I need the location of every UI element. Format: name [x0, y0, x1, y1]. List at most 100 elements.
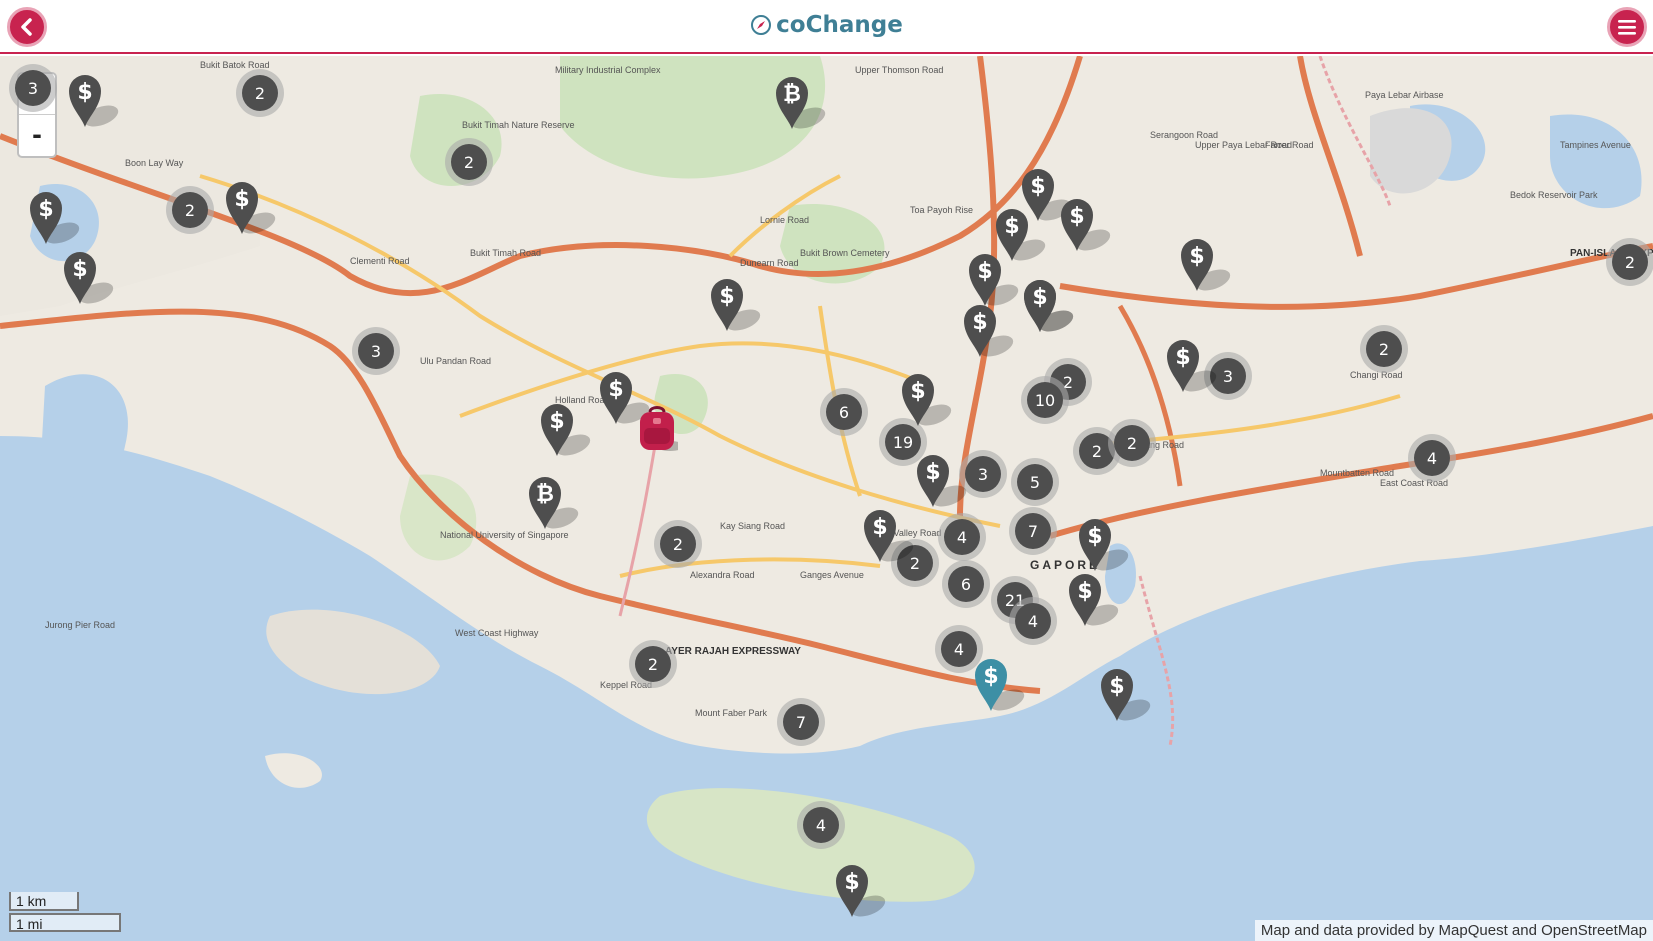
marker-cluster[interactable]: 3: [9, 64, 57, 112]
money-exchange-marker[interactable]: $: [28, 189, 80, 245]
svg-text:$: $: [983, 664, 998, 689]
street-label: AYER RAJAH EXPRESSWAY: [665, 646, 801, 657]
user-location-marker[interactable]: [636, 404, 684, 459]
svg-text:₿: ₿: [783, 82, 801, 107]
dollar-pin-icon: $: [964, 305, 1014, 357]
marker-cluster[interactable]: 3: [352, 327, 400, 375]
app-header: coChange: [0, 0, 1653, 54]
marker-cluster[interactable]: 2: [445, 138, 493, 186]
money-exchange-marker[interactable]: $: [1099, 666, 1151, 722]
cluster-count: 6: [948, 566, 984, 602]
map-view[interactable]: Bukit Timah Road Holland Road Ulu Pandan R…: [0, 56, 1653, 941]
dollar-pin-icon: $: [226, 182, 276, 234]
money-exchange-marker[interactable]: $: [598, 369, 650, 425]
money-exchange-marker[interactable]: $: [1022, 277, 1074, 333]
street-label: Boon Lay Way: [125, 158, 184, 168]
cluster-count: 7: [783, 704, 819, 740]
cluster-count: 3: [358, 333, 394, 369]
dollar-pin-icon: $: [30, 192, 80, 244]
marker-cluster[interactable]: 2: [236, 69, 284, 117]
dollar-pin-icon: $: [1061, 199, 1111, 251]
svg-text:$: $: [910, 379, 925, 404]
cluster-count: 2: [1366, 331, 1402, 367]
marker-cluster[interactable]: 2: [1360, 325, 1408, 373]
marker-cluster[interactable]: 4: [1408, 434, 1456, 482]
marker-cluster[interactable]: 4: [938, 513, 986, 561]
marker-cluster[interactable]: 2: [166, 186, 214, 234]
dollar-pin-icon: $: [975, 659, 1025, 711]
street-label: National University of Singapore: [440, 530, 569, 540]
compass-logo-icon: [751, 15, 772, 35]
money-exchange-marker[interactable]: $: [539, 401, 591, 457]
svg-text:$: $: [1030, 174, 1045, 199]
scale-km: 1 km: [9, 892, 79, 911]
map-attribution: Map and data provided by MapQuest and Op…: [1254, 920, 1653, 941]
zoom-out-button[interactable]: -: [19, 115, 55, 156]
money-exchange-marker[interactable]: $: [900, 371, 952, 427]
street-label: Bedok Reservoir Park: [1510, 190, 1598, 200]
cluster-count: 2: [172, 192, 208, 228]
money-exchange-marker[interactable]: $: [62, 249, 114, 305]
cluster-count: 2: [1114, 425, 1150, 461]
dollar-pin-icon: $: [1069, 574, 1119, 626]
money-exchange-marker[interactable]: $: [1067, 571, 1119, 627]
street-label: Bukit Timah Road: [470, 248, 542, 258]
svg-text:$: $: [872, 515, 887, 540]
marker-cluster[interactable]: 7: [777, 698, 825, 746]
dollar-pin-icon: $: [969, 254, 1019, 306]
money-exchange-marker[interactable]: $: [962, 302, 1014, 358]
cluster-count: 6: [826, 394, 862, 430]
marker-cluster[interactable]: 6: [942, 560, 990, 608]
dollar-pin-icon: $: [64, 252, 114, 304]
marker-cluster[interactable]: 4: [1009, 597, 1057, 645]
money-exchange-marker[interactable]: $: [973, 656, 1025, 712]
street-label: West Coast Highway: [455, 628, 539, 638]
svg-text:$: $: [72, 257, 87, 282]
money-exchange-marker[interactable]: $: [224, 179, 276, 235]
svg-text:$: $: [1189, 244, 1204, 269]
money-exchange-marker[interactable]: $: [834, 862, 886, 918]
marker-cluster[interactable]: 3: [959, 450, 1007, 498]
money-exchange-marker[interactable]: $: [709, 276, 761, 332]
marker-cluster[interactable]: 2: [629, 640, 677, 688]
money-exchange-marker[interactable]: $: [967, 251, 1019, 307]
marker-cluster[interactable]: 10: [1021, 376, 1069, 424]
svg-text:$: $: [234, 187, 249, 212]
scale-mi: 1 mi: [9, 913, 121, 932]
cluster-count: 5: [1017, 464, 1053, 500]
menu-button[interactable]: [1607, 7, 1647, 47]
marker-cluster[interactable]: 4: [797, 801, 845, 849]
marker-cluster[interactable]: 7: [1009, 507, 1057, 555]
hamburger-menu-icon: [1618, 20, 1636, 35]
marker-cluster[interactable]: 2: [654, 520, 702, 568]
dollar-pin-icon: $: [1181, 239, 1231, 291]
marker-cluster[interactable]: 6: [820, 388, 868, 436]
street-label: Clementi Road: [350, 256, 410, 266]
money-exchange-marker[interactable]: $: [1165, 337, 1217, 393]
bitcoin-exchange-marker[interactable]: ₿: [527, 474, 579, 530]
marker-cluster[interactable]: 2: [1606, 238, 1653, 286]
bitcoin-pin-icon: ₿: [776, 77, 826, 129]
bitcoin-pin-icon: ₿: [529, 477, 579, 529]
marker-cluster[interactable]: 5: [1011, 458, 1059, 506]
svg-text:$: $: [608, 377, 623, 402]
dollar-pin-icon: $: [541, 404, 591, 456]
money-exchange-marker[interactable]: $: [67, 72, 119, 128]
dollar-pin-icon: $: [1079, 519, 1129, 571]
money-exchange-marker[interactable]: $: [915, 452, 967, 508]
svg-text:$: $: [1069, 204, 1084, 229]
svg-text:$: $: [1175, 345, 1190, 370]
cluster-count: 2: [242, 75, 278, 111]
cluster-count: 10: [1027, 382, 1063, 418]
money-exchange-marker[interactable]: $: [862, 507, 914, 563]
svg-text:$: $: [1109, 674, 1124, 699]
money-exchange-marker[interactable]: $: [1059, 196, 1111, 252]
dollar-pin-icon: $: [917, 455, 967, 507]
money-exchange-marker[interactable]: $: [1077, 516, 1129, 572]
street-label: Dunearn Road: [740, 258, 799, 268]
money-exchange-marker[interactable]: $: [1179, 236, 1231, 292]
cluster-count: 4: [803, 807, 839, 843]
dollar-pin-icon: $: [836, 865, 886, 917]
bitcoin-exchange-marker[interactable]: ₿: [774, 74, 826, 130]
marker-cluster[interactable]: 2: [1108, 419, 1156, 467]
